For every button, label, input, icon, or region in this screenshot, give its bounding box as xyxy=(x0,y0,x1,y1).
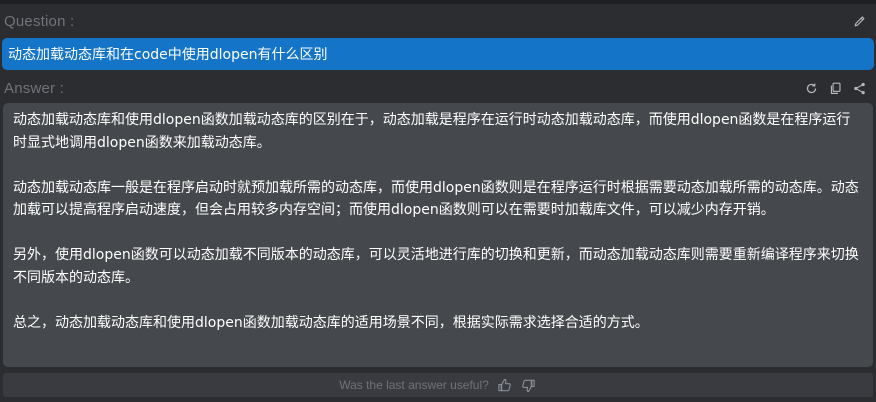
answer-paragraph: 动态加载动态库一般是在程序启动时就预加载所需的动态库，而使用dlopen函数则是… xyxy=(13,179,859,219)
refresh-icon[interactable] xyxy=(804,81,818,95)
answer-box: 动态加载动态库和使用dlopen函数加载动态库的区别在于，动态加载是程序在运行时… xyxy=(3,103,873,367)
question-header: Question : xyxy=(0,8,876,34)
question-text: 动态加载动态库和在code中使用dlopen有什么区别 xyxy=(8,47,328,63)
feedback-prompt: Was the last answer useful? xyxy=(339,378,489,392)
answer-paragraph: 总之，动态加载动态库和使用dlopen函数加载动态库的适用场景不同，根据实际需求… xyxy=(13,314,649,331)
pencil-icon[interactable] xyxy=(852,14,866,28)
answer-paragraph: 另外，使用dlopen函数可以动态加载不同版本的动态库，可以灵活地进行库的切换和… xyxy=(13,247,859,286)
thumbs-up-icon[interactable] xyxy=(497,377,513,393)
question-label: Question : xyxy=(4,12,75,30)
answer-label: Answer : xyxy=(4,79,64,97)
answer-paragraph: 动态加载动态库和使用dlopen函数加载动态库的区别在于，动态加载是程序在运行时… xyxy=(13,112,851,151)
top-border xyxy=(0,0,876,4)
question-box[interactable]: 动态加载动态库和在code中使用dlopen有什么区别 xyxy=(2,38,874,70)
thumbs-down-icon[interactable] xyxy=(521,377,537,393)
feedback-bar: Was the last answer useful? xyxy=(3,373,873,397)
answer-header: Answer : xyxy=(0,75,876,101)
share-icon[interactable] xyxy=(852,81,866,95)
copy-icon[interactable] xyxy=(828,81,842,95)
